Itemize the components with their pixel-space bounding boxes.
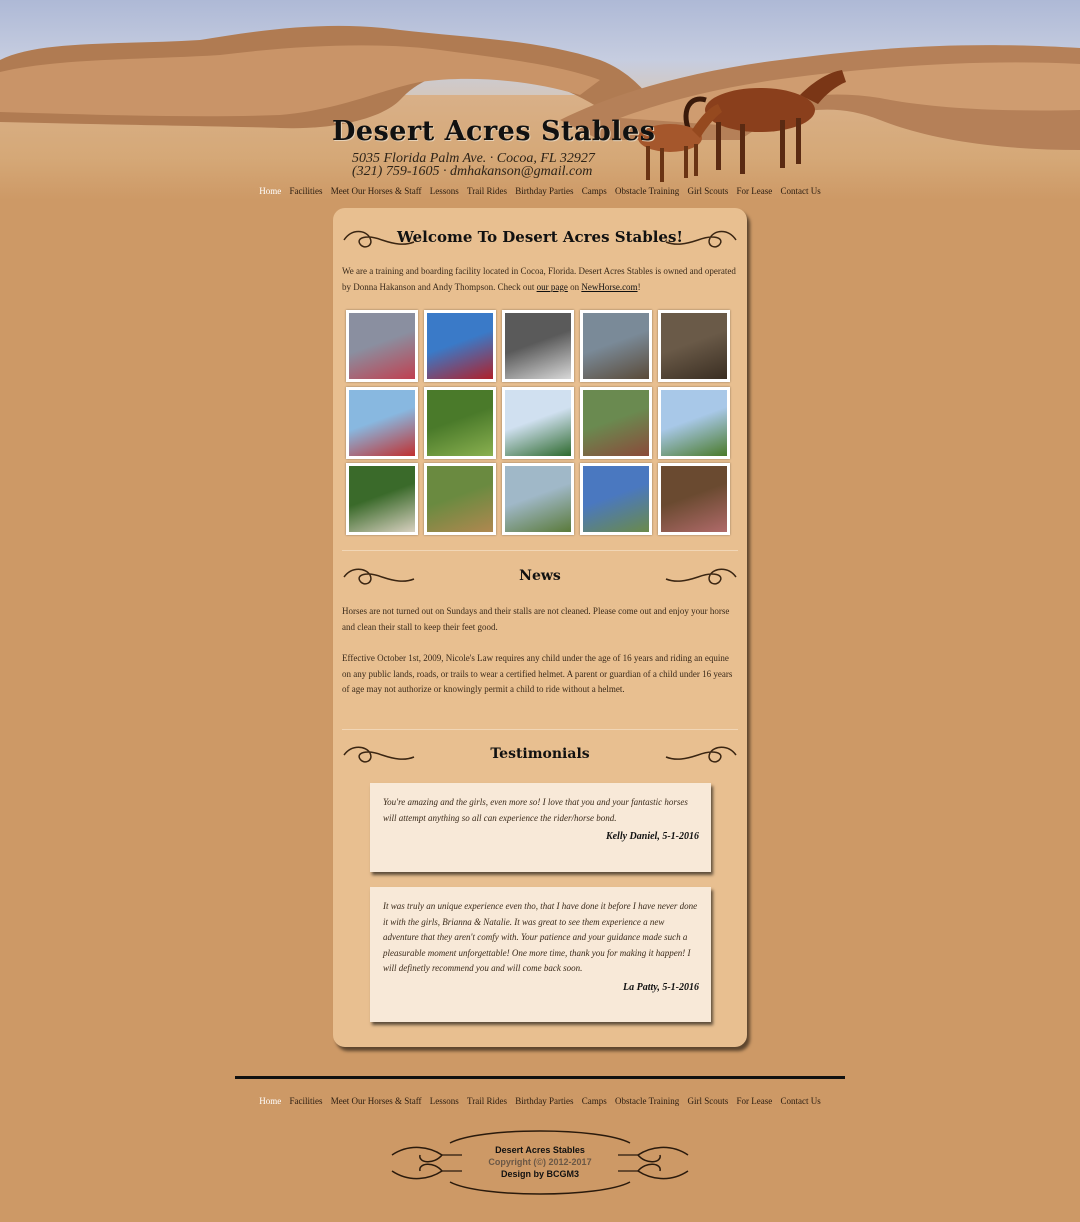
- testimonial-card: It was truly an unique experience even t…: [370, 887, 711, 1022]
- footer-nav-item-camps[interactable]: Camps: [582, 1096, 607, 1106]
- gallery-thumbnail[interactable]: [502, 310, 574, 382]
- gallery-thumbnail[interactable]: [502, 463, 574, 535]
- header-banner: Desert Acres Stables 5035 Florida Palm A…: [0, 0, 1080, 200]
- footer-site-name: Desert Acres Stables: [495, 1145, 585, 1155]
- footer-nav-item-facilities[interactable]: Facilities: [289, 1096, 322, 1106]
- photo-hay-wagon-ride: [661, 390, 727, 456]
- testimonial-author: Kelly Daniel, 5-1-2016: [605, 831, 699, 842]
- footer-rule: [235, 1076, 845, 1079]
- footer-nav-item-lessons[interactable]: Lessons: [430, 1096, 459, 1106]
- news-item: Effective October 1st, 2009, Nicole's La…: [342, 653, 733, 694]
- site-contact: (321) 759-1605 · dmhakanson@gmail.com: [352, 164, 593, 179]
- photo-cowgirl-with-hat: [349, 313, 415, 379]
- testimonial-author: La Patty, 5-1-2016: [622, 981, 699, 993]
- footer-nav-item-birthday-parties[interactable]: Birthday Parties: [515, 1096, 573, 1106]
- nav-item-girl-scouts[interactable]: Girl Scouts: [688, 186, 729, 196]
- nav-item-home[interactable]: Home: [259, 186, 281, 196]
- gallery-thumbnail[interactable]: [580, 463, 652, 535]
- intro-end: !: [637, 281, 641, 292]
- nav-item-camps[interactable]: Camps: [582, 186, 607, 196]
- footer-nav-item-home[interactable]: Home: [259, 1096, 281, 1106]
- gallery-thumbnail[interactable]: [424, 387, 496, 459]
- main-nav: Home Facilities Meet Our Horses & Staff …: [0, 186, 1080, 196]
- nav-item-for-lease[interactable]: For Lease: [737, 186, 773, 196]
- photo-rider-galloping: [427, 390, 493, 456]
- section-divider: [342, 729, 738, 730]
- gallery-thumbnail[interactable]: [346, 463, 418, 535]
- intro-paragraph: We are a training and boarding facility …: [342, 264, 738, 295]
- newhorse-link[interactable]: NewHorse.com: [581, 282, 637, 292]
- footer-nav-item-trail-rides[interactable]: Trail Rides: [467, 1096, 507, 1106]
- gallery-thumbnail[interactable]: [346, 387, 418, 459]
- testimonial-text: You're amazing and the girls, even more …: [383, 797, 688, 823]
- nav-item-horses-staff[interactable]: Meet Our Horses & Staff: [331, 186, 422, 196]
- content-panel: Welcome To Desert Acres Stables! We are …: [333, 208, 747, 1047]
- our-page-link[interactable]: our page: [537, 282, 568, 292]
- footer-copyright: Copyright (©) 2012-2017: [488, 1157, 592, 1167]
- photo-group-on-horseback: [583, 390, 649, 456]
- gallery-thumbnail[interactable]: [502, 387, 574, 459]
- site-title: Desert Acres Stables: [332, 116, 656, 147]
- testimonial-card: You're amazing and the girls, even more …: [370, 783, 711, 872]
- nav-item-trail-rides[interactable]: Trail Rides: [467, 186, 507, 196]
- welcome-heading: Welcome To Desert Acres Stables!: [396, 228, 684, 246]
- testimonials-heading: Testimonials: [490, 746, 590, 762]
- photo-riders-at-pond: [583, 466, 649, 532]
- nav-item-lessons[interactable]: Lessons: [430, 186, 459, 196]
- footer-design-credit: Design by BCGM3: [500, 1169, 579, 1179]
- photo-horse-and-handler: [349, 466, 415, 532]
- gallery-thumbnail[interactable]: [658, 387, 730, 459]
- photo-obstacle-course: [427, 466, 493, 532]
- gallery-thumbnail[interactable]: [658, 463, 730, 535]
- footer-nav-item-horses-staff[interactable]: Meet Our Horses & Staff: [331, 1096, 422, 1106]
- footer-nav-item-contact-us[interactable]: Contact Us: [781, 1096, 821, 1106]
- photo-red-barn: [427, 313, 493, 379]
- section-divider: [342, 550, 738, 551]
- gallery-thumbnail[interactable]: [346, 310, 418, 382]
- photo-horses-in-water: [583, 313, 649, 379]
- photo-riders-by-barn: [505, 390, 571, 456]
- gallery-thumbnail[interactable]: [424, 463, 496, 535]
- news-heading: News: [519, 568, 561, 584]
- photo-horse-cart-parade: [349, 390, 415, 456]
- gallery-thumbnail[interactable]: [658, 310, 730, 382]
- photo-people-and-horse: [661, 313, 727, 379]
- gallery-thumbnail[interactable]: [580, 310, 652, 382]
- nav-item-contact-us[interactable]: Contact Us: [781, 186, 821, 196]
- nav-item-facilities[interactable]: Facilities: [289, 186, 322, 196]
- news-item: Horses are not turned out on Sundays and…: [342, 606, 730, 632]
- photo-gallery: [346, 310, 736, 536]
- photo-rider-in-hat-bw: [505, 313, 571, 379]
- gallery-thumbnail[interactable]: [424, 310, 496, 382]
- nav-item-obstacle-training[interactable]: Obstacle Training: [615, 186, 679, 196]
- intro-connector: on: [567, 281, 582, 292]
- gallery-thumbnail[interactable]: [580, 387, 652, 459]
- footer-nav-item-girl-scouts[interactable]: Girl Scouts: [688, 1096, 729, 1106]
- footer-nav-item-obstacle-training[interactable]: Obstacle Training: [615, 1096, 679, 1106]
- nav-item-birthday-parties[interactable]: Birthday Parties: [515, 186, 573, 196]
- photo-kids-in-hay: [661, 466, 727, 532]
- footer-nav: Home Facilities Meet Our Horses & Staff …: [0, 1096, 1080, 1106]
- photo-kids-group: [505, 466, 571, 532]
- footer-nav-item-for-lease[interactable]: For Lease: [737, 1096, 773, 1106]
- testimonial-text: It was truly an unique experience even t…: [383, 901, 698, 973]
